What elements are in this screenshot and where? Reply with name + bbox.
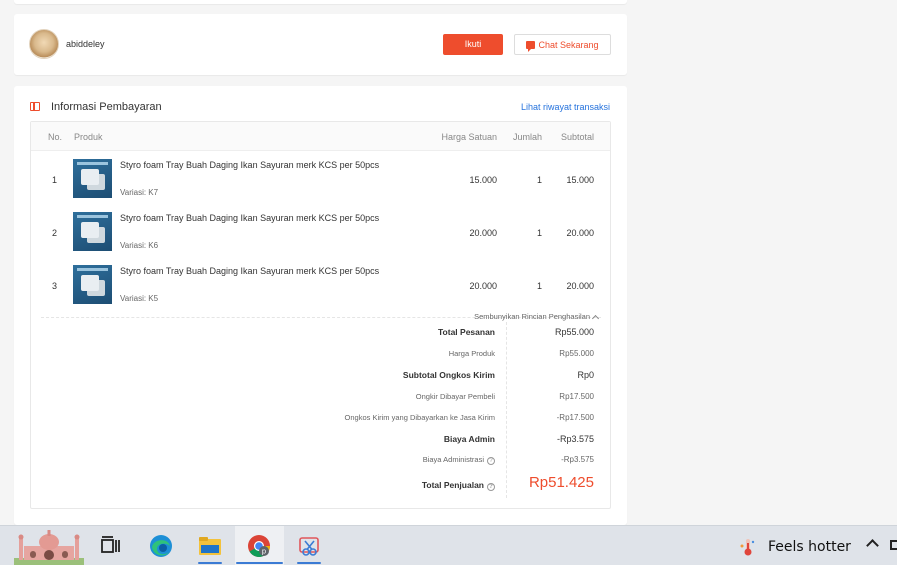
product-price-value: Rp55.000 [559,349,594,358]
courier-shipping-value: -Rp17.500 [556,413,594,422]
product-name[interactable]: Styro foam Tray Buah Daging Ikan Sayuran… [120,266,379,276]
courier-shipping-label: Ongkos Kirim yang Dibayarkan ke Jasa Kir… [344,413,495,422]
table-header: No. Produk Harga Satuan Jumlah Subtotal [31,122,610,151]
row-number: 2 [52,228,58,238]
product-price-label: Harga Produk [448,349,495,358]
weather-widget[interactable]: Feels hotter [738,537,851,557]
follow-button[interactable]: Ikuti [443,34,503,55]
administration-fee-label-wrap: Biaya Administrasi? [423,455,495,465]
admin-fee-value: -Rp3.575 [556,434,594,444]
show-hidden-icons-chevron-icon[interactable] [866,539,879,552]
quantity: 1 [536,175,542,185]
total-order-value: Rp55.000 [554,327,594,337]
seller-name[interactable]: abiddeley [66,39,105,49]
table-row: 2 Styro foam Tray Buah Daging Ikan Sayur… [31,205,610,258]
file-explorer-icon[interactable] [197,533,223,559]
table-row: 1 Styro foam Tray Buah Daging Ikan Sayur… [31,152,610,205]
buyer-shipping-label: Ongkir Dibayar Pembeli [415,392,495,401]
product-variant: Variasi: K7 [120,188,159,197]
row-subtotal: 20.000 [566,228,594,238]
chat-icon [526,40,536,52]
total-order-label: Total Pesanan [438,327,495,337]
transaction-history-link[interactable]: Lihat riwayat transaksi [521,102,610,112]
payment-info-card: Informasi Pembayaran Lihat riwayat trans… [14,86,627,525]
task-view-icon[interactable] [97,533,123,559]
chevron-up-icon [591,314,600,322]
payment-table: No. Produk Harga Satuan Jumlah Subtotal … [30,121,611,509]
chrome-running-indicator [236,562,283,564]
payment-info-icon [30,102,40,111]
unit-price: 20.000 [469,281,497,291]
shipping-subtotal-label: Subtotal Ongkos Kirim [402,370,495,380]
mosque-widget-icon[interactable] [14,528,84,565]
chat-now-label: Chat Sekarang [538,39,599,50]
unit-price: 20.000 [469,228,497,238]
quantity: 1 [536,228,542,238]
product-name[interactable]: Styro foam Tray Buah Daging Ikan Sayuran… [120,213,379,223]
product-thumbnail[interactable] [73,265,112,304]
column-product: Produk [74,132,103,142]
buyer-shipping-value: Rp17.500 [559,392,594,401]
total-sales-value: Rp51.425 [528,474,594,491]
svg-text:p: p [262,548,267,556]
product-thumbnail[interactable] [73,212,112,251]
row-number: 3 [52,281,58,291]
info-icon[interactable]: ? [487,483,495,491]
tray-icon[interactable] [890,540,897,550]
hide-income-details-toggle[interactable]: Sembunyikan Rincian Penghasilan [474,312,600,322]
snipping-running-indicator [297,562,321,564]
row-subtotal: 15.000 [566,175,594,185]
admin-fee-label: Biaya Admin [443,434,495,444]
windows-taskbar: p Feels hotter [0,525,897,565]
info-icon[interactable]: ? [487,457,495,465]
column-quantity: Jumlah [512,132,542,142]
explorer-running-indicator [198,562,222,564]
total-sales-label: Total Penjualan [421,480,484,490]
table-row: 3 Styro foam Tray Buah Daging Ikan Sayur… [31,258,610,311]
previous-card [14,0,627,4]
product-variant: Variasi: K6 [120,241,159,250]
chat-now-button[interactable]: Chat Sekarang [514,34,611,55]
administration-fee-label: Biaya Administrasi [422,455,484,464]
quantity: 1 [536,281,542,291]
product-variant: Variasi: K5 [120,294,159,303]
seller-avatar[interactable] [29,29,59,59]
edge-icon[interactable] [148,533,174,559]
row-number: 1 [52,175,58,185]
shipping-subtotal-value: Rp0 [577,370,594,380]
summary-column-divider [506,322,507,498]
unit-price: 15.000 [469,175,497,185]
snipping-tool-icon[interactable] [296,533,322,559]
total-sales-label-wrap: Total Penjualan? [422,480,495,491]
column-unit-price: Harga Satuan [441,132,497,142]
product-thumbnail[interactable] [73,159,112,198]
column-no: No. [48,132,63,142]
hide-income-details-label: Sembunyikan Rincian Penghasilan [474,312,590,321]
payment-info-title: Informasi Pembayaran [51,101,162,113]
row-subtotal: 20.000 [566,281,594,291]
administration-fee-value: -Rp3.575 [561,455,594,464]
seller-card: abiddeley Ikuti Chat Sekarang [14,14,627,75]
product-name[interactable]: Styro foam Tray Buah Daging Ikan Sayuran… [120,160,379,170]
column-subtotal: Subtotal [560,132,594,142]
chrome-icon[interactable]: p [246,533,272,559]
weather-text: Feels hotter [768,539,851,555]
thermometer-icon [740,539,755,556]
